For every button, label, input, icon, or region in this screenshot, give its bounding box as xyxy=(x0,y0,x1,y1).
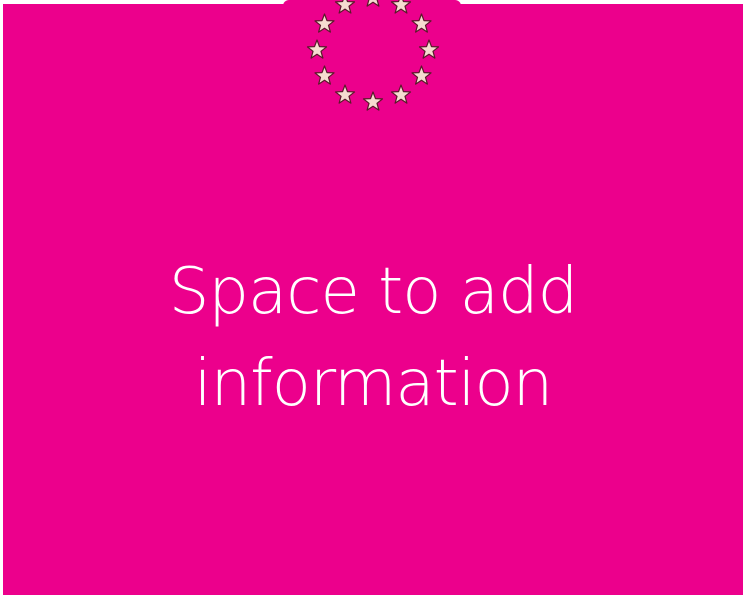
star-icon xyxy=(366,0,380,7)
page: Space to add information xyxy=(0,0,746,599)
star-icon xyxy=(306,39,328,59)
star-icon xyxy=(334,0,356,14)
star-icon xyxy=(411,65,432,85)
star-icon xyxy=(334,84,356,104)
star-icon xyxy=(411,13,432,33)
placeholder-text: Space to add information xyxy=(3,246,743,430)
star-ring-icon xyxy=(306,0,440,111)
star-icon xyxy=(390,0,412,14)
star-icon xyxy=(314,65,335,85)
placeholder-line-2: information xyxy=(193,347,553,421)
star-icon xyxy=(314,13,335,33)
star-icon xyxy=(418,39,440,59)
placeholder-line-1: Space to add xyxy=(168,255,578,329)
star-icon xyxy=(362,91,384,111)
star-icon xyxy=(390,84,412,104)
